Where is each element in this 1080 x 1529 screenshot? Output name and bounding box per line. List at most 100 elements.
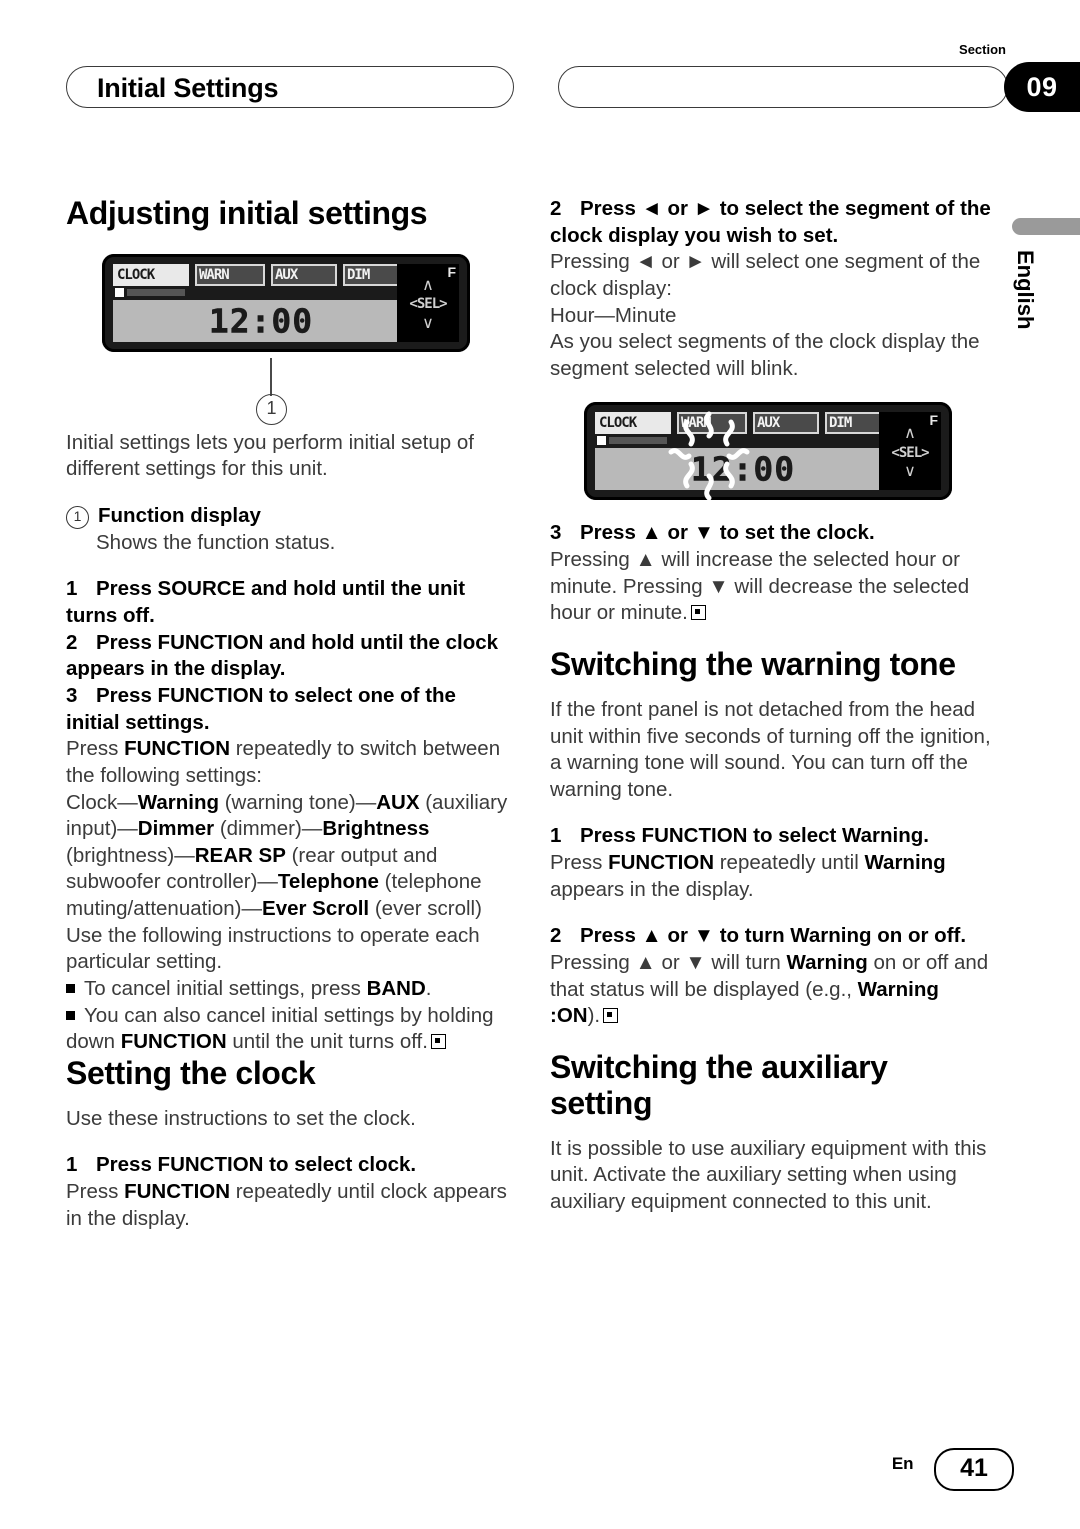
clock-step-1: 1 Press FUNCTION to select clock. [66, 1152, 508, 1179]
footer-language-code: En [891, 1454, 914, 1473]
step-2-text: Press FUNCTION and hold until the clock … [66, 630, 499, 681]
warning-step-1-body: Press FUNCTION repeatedly until Warning … [550, 850, 992, 903]
lcd-tag-strip [609, 437, 667, 445]
warning-step-1-bold-1: FUNCTION [608, 851, 715, 875]
callout-definition: 1 Function display [66, 503, 508, 530]
lcd-tag-indicator-dot [597, 436, 606, 446]
bullet-2-post: until the unit turns off. [226, 1030, 428, 1054]
settings-chain-run-10: REAR SP [194, 843, 286, 867]
settings-chain-run-3: (warning tone)— [219, 790, 377, 814]
step-2: 2 Press FUNCTION and hold until the clock… [66, 630, 508, 683]
right-step-2: 2 Press ◄ or ► to select the segment of t… [550, 196, 992, 249]
right-step-2-text: Press ◄ or ► to select the segment of th… [550, 197, 991, 247]
end-of-section-icon [430, 1034, 446, 1050]
lcd-tag-warn: WARN [677, 412, 747, 435]
warning-step-2: 2 Press ▲ or ▼ to turn Warning on or off. [550, 923, 992, 950]
step-3-body-pre: Press [66, 737, 125, 761]
language-tab-label: English [1013, 250, 1038, 330]
heading-switching-warning-tone: Switching the warning tone [550, 646, 956, 683]
warning-step-2-pre: Pressing ▲ or ▼ will turn [550, 951, 787, 974]
warning-step-1: 1 Press FUNCTION to select Warning. [550, 823, 992, 850]
footer-page-number: 41 [934, 1448, 1014, 1491]
bullet-1-pre: To cancel initial settings, press [84, 977, 367, 1000]
cancel-bullet-list: To cancel initial settings, press BAND. … [66, 976, 508, 1056]
list-item: To cancel initial settings, press BAND. [66, 976, 508, 1003]
callout-number-1: 1 [66, 506, 89, 530]
step-3-body: Press FUNCTION repeatedly to switch betw… [66, 736, 508, 789]
right-column: 2 Press ◄ or ► to select the segment of t… [550, 196, 992, 1236]
page-title: Initial Settings [97, 73, 279, 103]
settings-chain-run-1: — [117, 790, 138, 814]
settings-chain-run-8: Brightness [322, 817, 430, 841]
chevron-down-icon: ∨ [904, 463, 916, 481]
lcd-clock-value: 12:00 [690, 449, 796, 490]
right-step-3-body-text: Pressing ▲ will increase the selected ho… [550, 548, 970, 625]
aux-intro: It is possible to use auxiliary equipmen… [550, 1136, 987, 1213]
settings-chain-run-2: Warning [137, 790, 219, 814]
callout-description: Shows the function status. [96, 530, 336, 554]
lcd-clock-value: 12:00 [208, 301, 314, 341]
lcd-sel-label: <SEL> [409, 296, 447, 313]
chevron-up-icon: ∧ [422, 276, 434, 294]
lcd-sel-control: F ∧ <SEL> ∨ [397, 263, 459, 342]
right-step-2-number: 2 [550, 197, 562, 220]
bullet-square-icon [66, 984, 75, 993]
settings-chain-run-9: (brightness)— [66, 843, 195, 867]
end-of-section-icon [690, 605, 706, 621]
page-footer: En 41 [0, 1448, 1080, 1491]
lcd-tag-aux: AUX [271, 263, 337, 286]
lcd-sel-corner-label: F [929, 412, 938, 429]
page-header: Initial Settings Section [66, 42, 1014, 110]
bullet-square-icon [66, 1010, 75, 1020]
step-3-number: 3 [66, 683, 78, 707]
lcd-screen: 12:00 [113, 299, 409, 342]
warning-step-2-body: Pressing ▲ or ▼ will turn Warning on or … [550, 950, 992, 1030]
heading-switching-auxiliary-setting: Switching the auxiliary setting [550, 1048, 888, 1121]
warning-step-1-pre: Press [550, 851, 609, 875]
lcd-tag-strip [127, 288, 185, 296]
clock-step-1-text: Press FUNCTION to select clock. [96, 1153, 417, 1177]
lcd-tag-indicator-dot [115, 287, 124, 297]
header-title-pill: Initial Settings [66, 66, 514, 108]
warning-step-2-number: 2 [550, 924, 562, 948]
warning-step-2-text: Press ▲ or ▼ to turn Warning on or off. [580, 924, 967, 948]
settings-chain-follow: Use the following instructions to operat… [66, 923, 480, 974]
lcd-sel-label: <SEL> [891, 445, 929, 462]
section-label: Section [959, 42, 1006, 57]
warning-step-2-bold-1: Warning [786, 951, 868, 974]
settings-chain-run-14: Ever Scroll [262, 897, 370, 921]
warning-step-1-mid: repeatedly until [714, 851, 865, 875]
step-1-number: 1 [66, 577, 78, 601]
heading-setting-the-clock: Setting the clock [66, 1054, 316, 1091]
clock-step-1-body-pre: Press [66, 1180, 125, 1204]
callout-term: Function display [98, 504, 261, 528]
right-step-2-body-1: Pressing ◄ or ► will select one segment … [550, 250, 981, 300]
right-step-2-body-3: As you select segments of the clock disp… [550, 330, 980, 380]
warning-step-2-post: ). [587, 1004, 601, 1028]
step-3: 3 Press FUNCTION to select one of the ini… [66, 683, 508, 736]
clock-step-1-body: Press FUNCTION repeatedly until clock ap… [66, 1179, 508, 1232]
lcd-tag-clock: CLOCK [113, 263, 189, 286]
callout-marker-1: 1 [256, 393, 287, 425]
bullet-2-bold: FUNCTION [120, 1030, 227, 1054]
step-3-text: Press FUNCTION to select one of the init… [66, 683, 456, 734]
settings-chain-run-0: Clock [66, 790, 118, 814]
clock-step-1-body-bold: FUNCTION [124, 1180, 231, 1204]
lcd-tag-warn: WARN [195, 263, 265, 286]
settings-chain-run-4: AUX [376, 790, 420, 814]
settings-chain-run-6: Dimmer [137, 817, 215, 841]
settings-chain: Clock—Warning (warning tone)—AUX (auxili… [66, 790, 508, 923]
right-step-3-number: 3 [550, 521, 562, 545]
clock-step-1-number: 1 [66, 1153, 78, 1177]
right-step-3-body: Pressing ▲ will increase the selected ho… [550, 547, 992, 627]
lcd-illustration-1: CLOCK WARN AUX DIM 12:00 F ∧ <SEL> ∨ 1 [66, 253, 508, 430]
lcd-sel-corner-label: F [447, 263, 456, 280]
chevron-down-icon: ∨ [422, 314, 434, 332]
step-3-body-bold: FUNCTION [124, 737, 231, 761]
lcd-unit: CLOCK WARN AUX DIM 12:00 F ∧ <SEL> ∨ [102, 253, 470, 352]
warning-step-1-number: 1 [550, 824, 562, 848]
lcd-illustration-2: CLOCK WARN AUX DIM 12:00 F ∧ <SEL> ∨ [550, 402, 992, 520]
language-tab-bar [1012, 218, 1080, 235]
left-column: Adjusting initial settings CLOCK WARN AU… [66, 195, 508, 1232]
end-of-section-icon [603, 1008, 619, 1024]
